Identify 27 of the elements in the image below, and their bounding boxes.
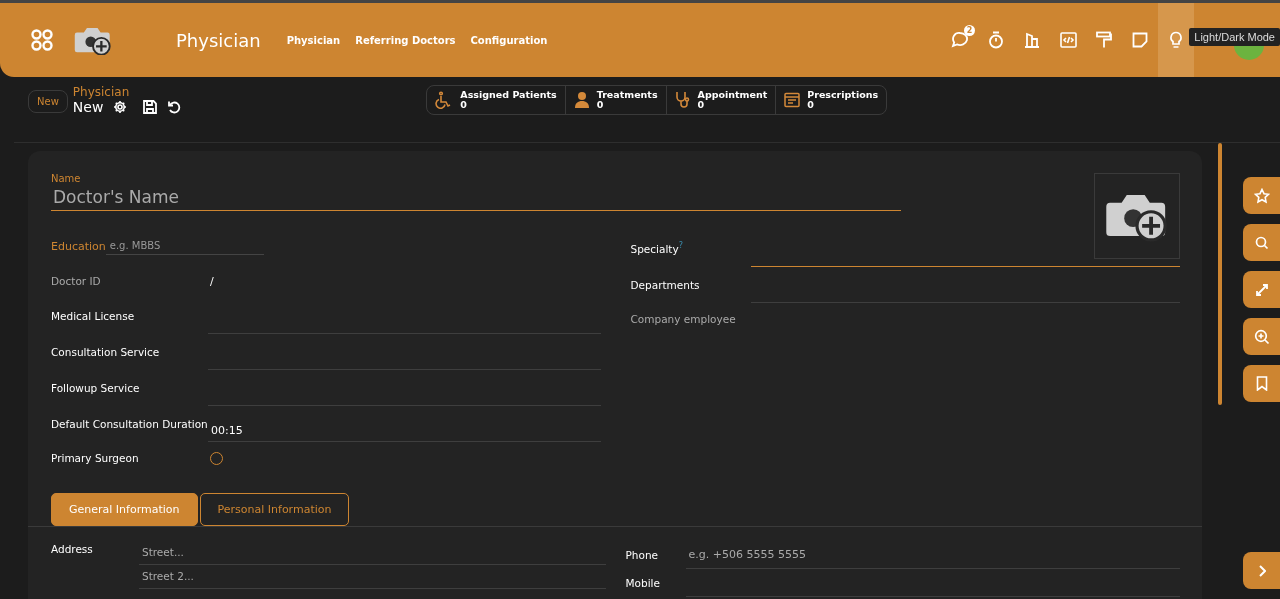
field-label: Medical License [51,308,136,324]
smart-button-count: 0 [460,99,467,110]
smart-button-label: Assigned Patients [460,90,557,100]
record-title: New [72,99,104,115]
smart-button-count: 0 [807,99,814,110]
field-label: Consultation Service [51,344,161,360]
smart-button-count: 0 [596,99,605,110]
field-value: / [209,275,215,288]
field-label: Company employee [630,312,737,328]
count-badge: 2 [964,25,975,36]
field-label: Phone [625,547,660,563]
field-label: Followup Service [51,380,141,396]
tooltip: Light/Dark Mode [1189,28,1280,46]
smart-button-label: Appointment [697,90,768,100]
field-label: Mobile [625,575,661,591]
field-label: Primary Surgeon [51,451,140,467]
field-label: Address [51,542,94,557]
field-label: Default Consultation Duration [51,416,208,432]
field-label: Doctor ID [51,274,102,290]
field-label: Specialty$^{?}$ [630,240,684,257]
smart-button-count: 0 [697,99,705,110]
smart-button-label: Prescriptions [807,90,879,100]
app-title: Physician [176,29,261,51]
smart-button-label: Treatments [596,90,658,100]
field-label: Departments [630,277,701,293]
education-label: Education [51,239,106,253]
name-label: Name [51,173,82,184]
